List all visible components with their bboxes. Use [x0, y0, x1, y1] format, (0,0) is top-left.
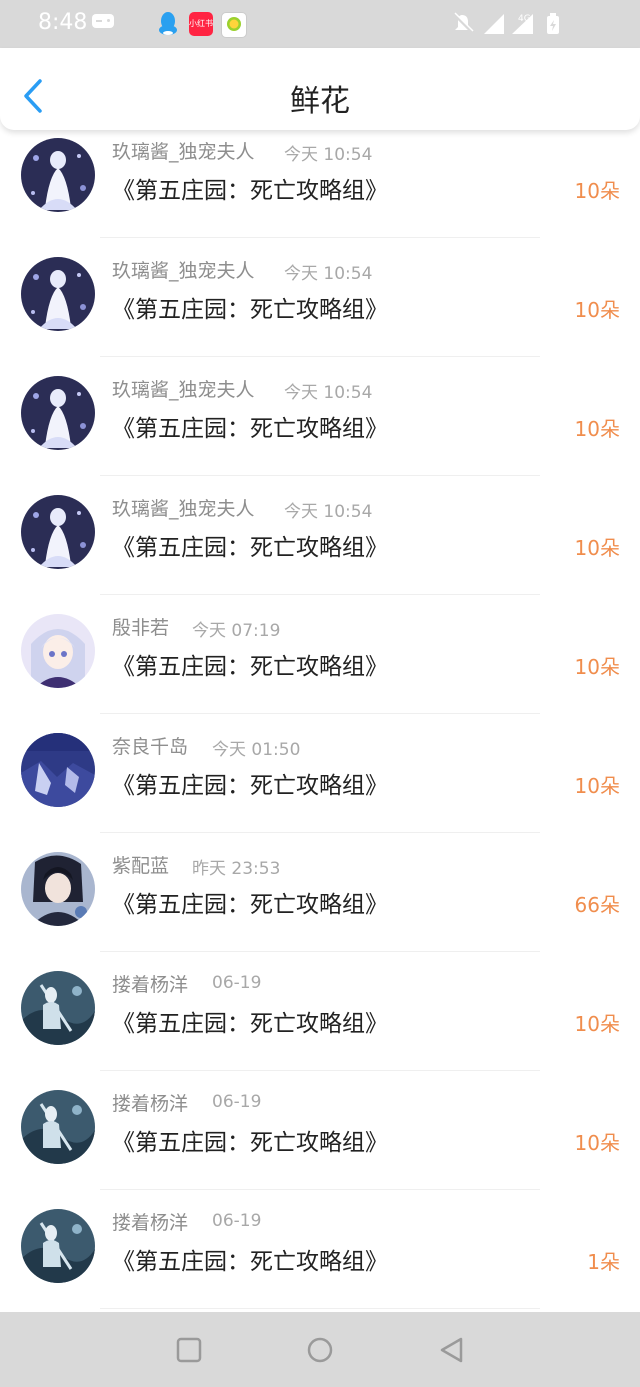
username[interactable]: 搂着杨洋 — [112, 1089, 188, 1116]
username[interactable]: 紫配蓝 — [112, 851, 169, 878]
list-item[interactable]: 搂着杨洋 06-19 《第五庄园：死亡攻略组》 1朵 — [0, 1190, 640, 1309]
flower-count: 10朵 — [574, 298, 620, 322]
avatar-image — [21, 138, 95, 212]
timestamp: 今天 10:54 — [284, 502, 373, 522]
page-title: 鲜花 — [290, 84, 350, 119]
username[interactable]: 玖璃酱_独宠夫人 — [112, 494, 255, 521]
avatar-image — [21, 1209, 95, 1283]
status-right-icons: 4G — [454, 12, 559, 35]
flower-record-list: 玖璃酱_独宠夫人 今天 10:54 《第五庄园：死亡攻略组》 10朵 玖璃酱_独… — [0, 130, 640, 1312]
avatar-image — [21, 971, 95, 1045]
username[interactable]: 搂着杨洋 — [112, 970, 188, 997]
timestamp: 今天 10:54 — [284, 383, 373, 403]
signal-icon — [484, 14, 504, 34]
username[interactable]: 奈良千岛 — [112, 732, 188, 759]
list-item[interactable]: 搂着杨洋 06-19 《第五庄园：死亡攻略组》 10朵 — [0, 1071, 640, 1190]
avatar[interactable] — [21, 257, 95, 331]
mute-icon — [454, 12, 475, 35]
timestamp: 06-19 — [212, 973, 262, 993]
status-bar: 8:48 小红书 4G — [0, 0, 640, 48]
app-header: 鲜花 — [0, 48, 640, 130]
avatar[interactable] — [21, 1209, 95, 1283]
recents-square-icon[interactable] — [175, 1336, 203, 1364]
avatar[interactable] — [21, 733, 95, 807]
avatar[interactable] — [21, 376, 95, 450]
book-title[interactable]: 《第五庄园：死亡攻略组》 — [112, 1004, 388, 1038]
timestamp: 06-19 — [212, 1092, 262, 1112]
list-item[interactable]: 玖璃酱_独宠夫人 今天 10:54 《第五庄园：死亡攻略组》 10朵 — [0, 476, 640, 595]
flower-count: 10朵 — [574, 774, 620, 798]
flower-count: 10朵 — [574, 655, 620, 679]
book-title[interactable]: 《第五庄园：死亡攻略组》 — [112, 766, 388, 800]
book-title[interactable]: 《第五庄园：死亡攻略组》 — [112, 885, 388, 919]
divider — [100, 1308, 540, 1309]
book-title[interactable]: 《第五庄园：死亡攻略组》 — [112, 1123, 388, 1157]
app-root: 8:48 小红书 4G 鲜花 玖璃酱_独宠夫人 今天 10:54 《第五庄园：死… — [0, 0, 640, 1387]
avatar-image — [21, 614, 95, 688]
avatar[interactable] — [21, 138, 95, 212]
timestamp: 昨天 23:53 — [192, 859, 281, 879]
timestamp: 今天 10:54 — [284, 264, 373, 284]
xiaohongshu-icon: 小红书 — [189, 12, 213, 36]
avatar[interactable] — [21, 852, 95, 926]
avatar[interactable] — [21, 971, 95, 1045]
battery-icon — [547, 13, 559, 34]
avatar[interactable] — [21, 614, 95, 688]
flower-count: 10朵 — [574, 1131, 620, 1155]
book-title[interactable]: 《第五庄园：死亡攻略组》 — [112, 647, 388, 681]
username[interactable]: 玖璃酱_独宠夫人 — [112, 375, 255, 402]
flower-count: 10朵 — [574, 536, 620, 560]
flower-count: 66朵 — [574, 893, 620, 917]
list-item[interactable]: 紫配蓝 昨天 23:53 《第五庄园：死亡攻略组》 66朵 — [0, 833, 640, 952]
avatar-image — [21, 495, 95, 569]
book-title[interactable]: 《第五庄园：死亡攻略组》 — [112, 528, 388, 562]
book-title[interactable]: 《第五庄园：死亡攻略组》 — [112, 290, 388, 324]
list-item[interactable]: 玖璃酱_独宠夫人 今天 10:54 《第五庄园：死亡攻略组》 10朵 — [0, 238, 640, 357]
list-item[interactable]: 搂着杨洋 06-19 《第五庄园：死亡攻略组》 10朵 — [0, 952, 640, 1071]
timestamp: 今天 07:19 — [192, 621, 281, 641]
avatar-image — [21, 852, 95, 926]
flower-count: 10朵 — [574, 417, 620, 441]
status-time: 8:48 — [38, 10, 88, 35]
avatar[interactable] — [21, 1090, 95, 1164]
username[interactable]: 玖璃酱_独宠夫人 — [112, 137, 255, 164]
xhs-label: 小红书 — [189, 19, 213, 28]
avatar-image — [21, 733, 95, 807]
username[interactable]: 玖璃酱_独宠夫人 — [112, 256, 255, 283]
username[interactable]: 殷非若 — [112, 613, 169, 640]
timestamp: 今天 01:50 — [212, 740, 301, 760]
book-title[interactable]: 《第五庄园：死亡攻略组》 — [112, 409, 388, 443]
book-title[interactable]: 《第五庄园：死亡攻略组》 — [112, 1242, 388, 1276]
app-face-icon — [227, 17, 241, 31]
gamepad-icon — [92, 14, 114, 28]
list-item[interactable]: 奈良千岛 今天 01:50 《第五庄园：死亡攻略组》 10朵 — [0, 714, 640, 833]
timestamp: 今天 10:54 — [284, 145, 373, 165]
flower-count: 10朵 — [574, 1012, 620, 1036]
home-circle-icon[interactable] — [306, 1336, 334, 1364]
flower-count: 1朵 — [587, 1250, 620, 1274]
book-title[interactable]: 《第五庄园：死亡攻略组》 — [112, 171, 388, 205]
avatar-image — [21, 376, 95, 450]
list-item[interactable]: 玖璃酱_独宠夫人 今天 10:54 《第五庄园：死亡攻略组》 10朵 — [0, 130, 640, 238]
list-item[interactable]: 玖璃酱_独宠夫人 今天 10:54 《第五庄园：死亡攻略组》 10朵 — [0, 357, 640, 476]
avatar-image — [21, 1090, 95, 1164]
back-triangle-icon[interactable] — [438, 1336, 466, 1364]
flower-count: 10朵 — [574, 179, 620, 203]
timestamp: 06-19 — [212, 1211, 262, 1231]
avatar-image — [21, 257, 95, 331]
list-item[interactable]: 殷非若 今天 07:19 《第五庄园：死亡攻略组》 10朵 — [0, 595, 640, 714]
avatar[interactable] — [21, 495, 95, 569]
system-nav-bar — [0, 1312, 640, 1387]
app-icon — [221, 12, 247, 38]
username[interactable]: 搂着杨洋 — [112, 1208, 188, 1235]
qq-icon — [159, 12, 177, 35]
